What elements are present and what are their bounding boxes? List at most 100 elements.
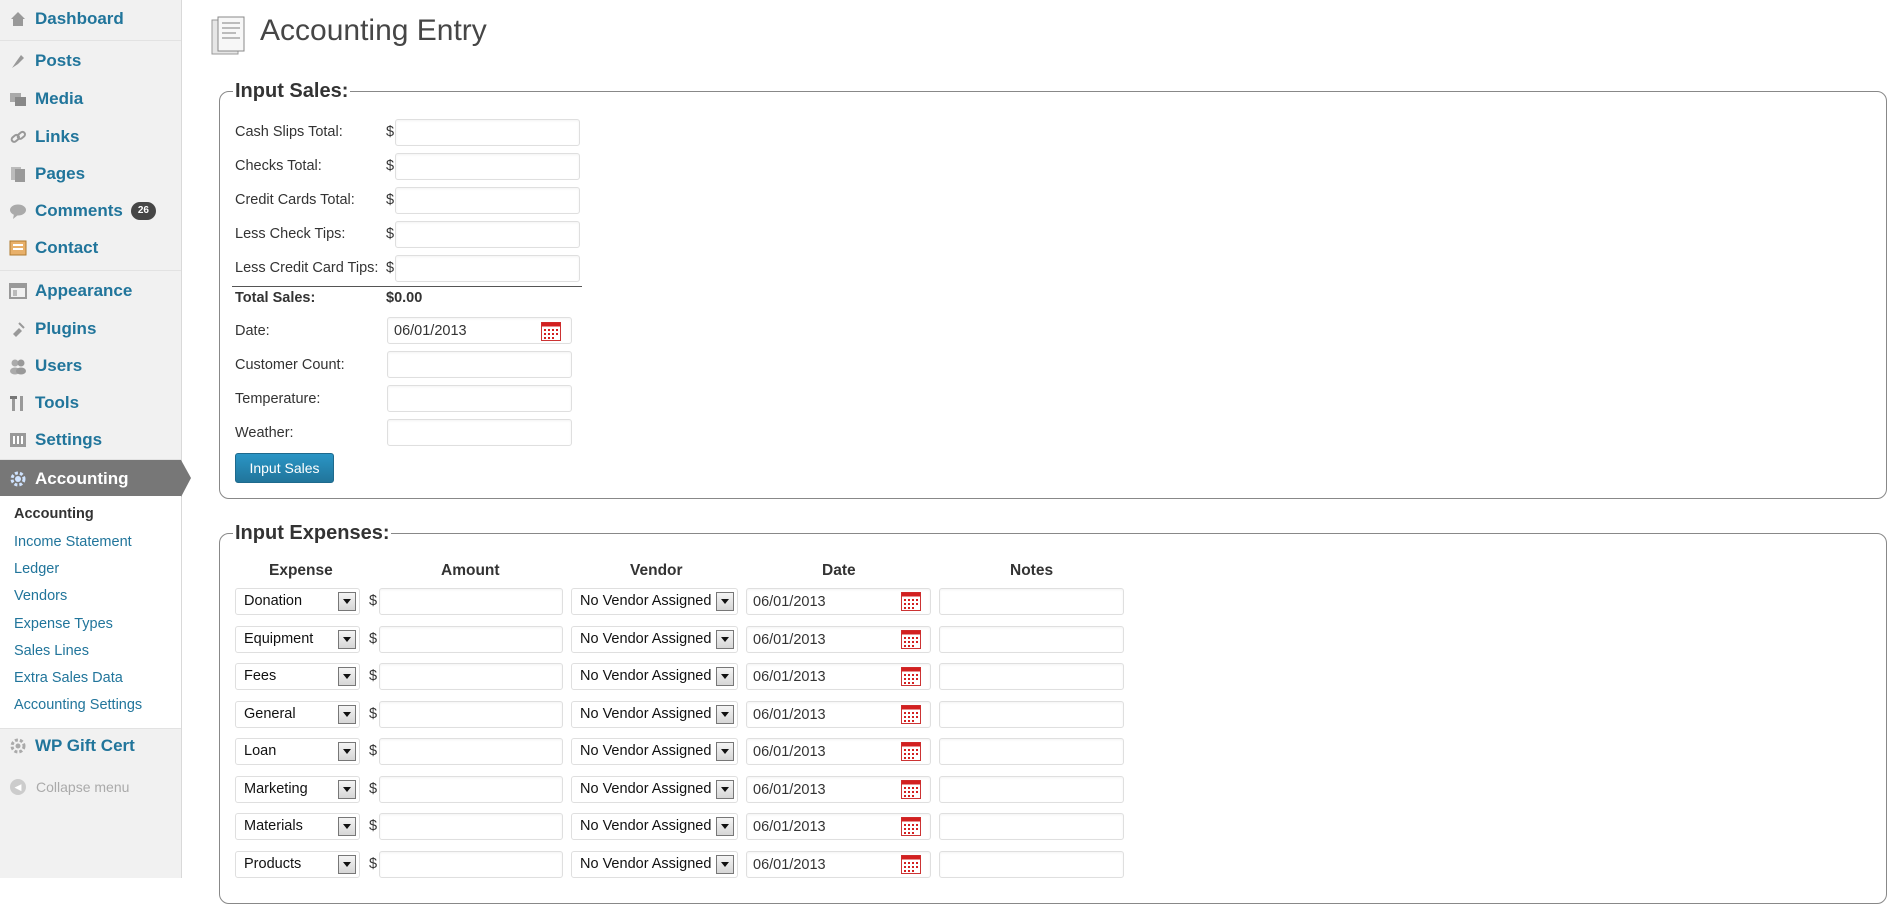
expense-notes-input[interactable] — [939, 663, 1124, 690]
submenu-item-ledger[interactable]: Ledger — [14, 561, 59, 577]
menu-item-users[interactable]: Users — [0, 347, 181, 384]
currency-symbol: $ — [386, 192, 395, 208]
expense-type-select[interactable]: Loan — [235, 738, 360, 765]
calendar-icon[interactable] — [901, 705, 921, 724]
menu-item-plugins[interactable]: Plugins — [0, 310, 181, 347]
collapse-menu-button[interactable]: ◀ Collapse menu — [0, 775, 181, 799]
expense-amount-input[interactable] — [379, 626, 563, 653]
calendar-icon[interactable] — [901, 855, 921, 874]
expense-type-select[interactable]: Materials — [235, 813, 360, 840]
menu-item-tools[interactable]: Tools — [0, 384, 181, 421]
submenu-item-accounting-settings[interactable]: Accounting Settings — [14, 697, 142, 713]
vendor-value: No Vendor Assigned — [580, 668, 712, 684]
expense-notes-input[interactable] — [939, 626, 1124, 653]
currency-symbol: $ — [386, 124, 395, 140]
expense-type-select[interactable]: Equipment — [235, 626, 360, 653]
vendor-select[interactable]: No Vendor Assigned — [571, 663, 738, 690]
vendor-select[interactable]: No Vendor Assigned — [571, 626, 738, 653]
vendor-select[interactable]: No Vendor Assigned — [571, 738, 738, 765]
expense-type-select[interactable]: Donation — [235, 588, 360, 615]
currency-symbol: $ — [369, 631, 378, 647]
menu-item-media[interactable]: Media — [0, 80, 181, 117]
calendar-icon[interactable] — [901, 817, 921, 836]
menu-item-settings[interactable]: Settings — [0, 421, 181, 458]
less-check-tips-input[interactable] — [395, 221, 580, 248]
menu-item-comments[interactable]: Comments 26 — [0, 192, 181, 229]
menu-item-contact[interactable]: Contact — [0, 229, 181, 266]
calendar-icon[interactable] — [901, 667, 921, 686]
calendar-icon[interactable] — [901, 592, 921, 611]
expense-amount-input[interactable] — [379, 813, 563, 840]
calendar-icon[interactable] — [541, 322, 561, 341]
submenu-item-sales-lines[interactable]: Sales Lines — [14, 643, 89, 659]
menu-item-accounting[interactable]: Accounting — [0, 460, 191, 497]
expense-amount-input[interactable] — [379, 851, 563, 878]
vendor-value: No Vendor Assigned — [580, 593, 712, 609]
accounting-submenu: Accounting Income Statement Ledger Vendo… — [0, 496, 181, 729]
expense-type-select[interactable]: Fees — [235, 663, 360, 690]
vendor-select[interactable]: No Vendor Assigned — [571, 701, 738, 728]
menu-item-label: Tools — [35, 392, 80, 412]
weather-label: Weather: — [235, 425, 294, 441]
calendar-icon[interactable] — [901, 780, 921, 799]
expense-amount-input[interactable] — [379, 738, 563, 765]
expense-notes-input[interactable] — [939, 813, 1124, 840]
less-credit-card-tips-input[interactable] — [395, 255, 580, 282]
expense-amount-input[interactable] — [379, 588, 563, 615]
expense-notes-input[interactable] — [939, 701, 1124, 728]
submenu-item-expense-types[interactable]: Expense Types — [14, 616, 113, 632]
expense-notes-input[interactable] — [939, 588, 1124, 615]
vendor-value: No Vendor Assigned — [580, 856, 712, 872]
expense-notes-input[interactable] — [939, 776, 1124, 803]
menu-item-links[interactable]: Links — [0, 118, 181, 155]
expense-type-select[interactable]: Products — [235, 851, 360, 878]
currency-symbol: $ — [369, 781, 378, 797]
calendar-icon[interactable] — [901, 742, 921, 761]
expense-amount-input[interactable] — [379, 701, 563, 728]
menu-item-label: WP Gift Cert — [35, 735, 135, 755]
submenu-item-extra-sales-data[interactable]: Extra Sales Data — [14, 670, 123, 686]
appearance-icon — [9, 282, 27, 300]
vendor-select[interactable]: No Vendor Assigned — [571, 588, 738, 615]
collapse-arrow-icon: ◀ — [10, 779, 26, 795]
expense-notes-input[interactable] — [939, 851, 1124, 878]
submenu-item-accounting[interactable]: Accounting — [14, 506, 94, 522]
vendor-select[interactable]: No Vendor Assigned — [571, 851, 738, 878]
expense-amount-input[interactable] — [379, 663, 563, 690]
expense-amount-input[interactable] — [379, 776, 563, 803]
expense-type-select[interactable]: General — [235, 701, 360, 728]
temperature-input[interactable] — [387, 385, 572, 412]
cash-slips-label: Cash Slips Total: — [235, 124, 343, 140]
customer-count-input[interactable] — [387, 351, 572, 378]
plugins-icon — [9, 320, 27, 338]
calendar-icon[interactable] — [901, 630, 921, 649]
menu-item-pages[interactable]: Pages — [0, 155, 181, 192]
menu-item-wp-gift-cert[interactable]: WP Gift Cert — [0, 727, 181, 764]
submenu-item-income-statement[interactable]: Income Statement — [14, 534, 132, 550]
weather-input[interactable] — [387, 419, 572, 446]
menu-item-appearance[interactable]: Appearance — [0, 272, 181, 309]
dropdown-arrow-icon — [716, 592, 734, 611]
checks-total-input[interactable] — [395, 153, 580, 180]
menu-separator — [0, 270, 181, 271]
media-icon — [9, 90, 27, 108]
cash-slips-input[interactable] — [395, 119, 580, 146]
menu-item-label: Links — [35, 126, 80, 146]
credit-cards-total-input[interactable] — [395, 187, 580, 214]
dropdown-arrow-icon — [716, 705, 734, 724]
users-icon — [9, 357, 27, 375]
menu-item-label: Posts — [35, 50, 82, 70]
expense-notes-input[interactable] — [939, 738, 1124, 765]
submenu-item-vendors[interactable]: Vendors — [14, 588, 67, 604]
vendor-select[interactable]: No Vendor Assigned — [571, 776, 738, 803]
input-sales-button[interactable]: Input Sales — [235, 453, 334, 483]
menu-item-label: Media — [35, 88, 84, 108]
expense-type-select[interactable]: Marketing — [235, 776, 360, 803]
menu-item-posts[interactable]: Posts — [0, 42, 181, 79]
expense-type-value: Donation — [244, 593, 303, 609]
menu-item-dashboard[interactable]: Dashboard — [0, 0, 181, 37]
vendor-select[interactable]: No Vendor Assigned — [571, 813, 738, 840]
less-credit-card-tips-label: Less Credit Card Tips: — [235, 260, 379, 276]
page-title: Accounting Entry — [260, 14, 487, 47]
expense-type-value: General — [244, 706, 296, 722]
